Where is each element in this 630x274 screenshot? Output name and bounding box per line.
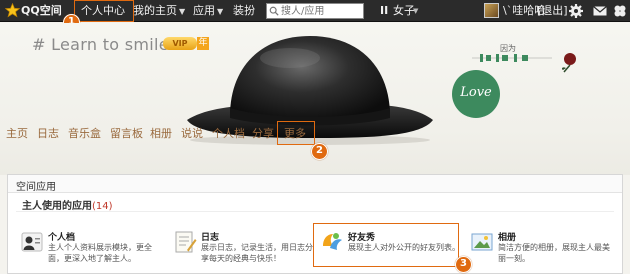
step-badge-3: 3 (455, 256, 472, 273)
rose-icon (562, 53, 576, 73)
nav-message-board[interactable]: 留言板 (110, 127, 143, 141)
chevron-down-icon: ▼ (217, 7, 224, 16)
highlight-more (277, 121, 315, 145)
love-badge: Love (452, 70, 500, 118)
decorate-link[interactable]: 装扮 (233, 0, 255, 22)
my-home-label: 我的主页 (133, 4, 177, 17)
gear-icon[interactable] (568, 3, 584, 19)
clover-icon[interactable] (612, 3, 628, 19)
panel-header: 空间应用 (8, 175, 622, 193)
step-badge-2: 2 (311, 143, 328, 160)
decorative-text-line (472, 54, 552, 62)
blog-title: # Learn to smile (32, 35, 169, 54)
photo-icon (471, 233, 493, 251)
avatar[interactable] (484, 3, 499, 18)
nav-home[interactable]: 主页 (6, 127, 28, 141)
qzone-star-icon[interactable] (5, 3, 20, 18)
profile-icon (21, 232, 43, 252)
logout-link[interactable]: [退出] (537, 0, 568, 22)
nav-music-box[interactable]: 音乐盒 (68, 127, 101, 141)
blog-icon (175, 231, 197, 253)
nav-blog[interactable]: 日志 (37, 127, 59, 141)
music-dropdown-icon[interactable]: ▼ (413, 0, 418, 22)
brand-link[interactable]: QQ空间 (21, 0, 62, 22)
search-box[interactable] (266, 3, 364, 19)
nav-profile[interactable]: 个人档 (212, 127, 245, 141)
search-input[interactable] (281, 4, 361, 18)
chevron-down-icon: ▼ (179, 7, 186, 16)
app-desc: 主人个人资料展示模块，更全面，更深入地了解主人。 (48, 243, 152, 263)
panel-title: 空间应用 (16, 182, 56, 193)
search-icon[interactable] (269, 6, 279, 16)
divider (16, 211, 614, 212)
owner-apps-heading: 主人使用的应用(14) (22, 197, 113, 212)
nav-share[interactable]: 分享 (252, 127, 274, 141)
music-title: 女子 (393, 4, 415, 17)
app-card-profile[interactable]: 个人档 主人个人资料展示模块，更全面，更深入地了解主人。 (20, 230, 160, 270)
nav-shuoshuo[interactable]: 说说 (181, 127, 203, 141)
nav-photos[interactable]: 相册 (150, 127, 172, 141)
my-home-menu[interactable]: 我的主页 ▼ (133, 0, 185, 22)
apps-menu[interactable]: 应用 ▼ (193, 0, 223, 22)
app-card-blog[interactable]: 日志 展示日志，记录生活，用日志分享每天的经典与快乐！ (173, 230, 313, 270)
highlight-friends-app (313, 223, 459, 267)
apps-label: 应用 (193, 4, 215, 17)
highlight-personal-center (74, 0, 134, 22)
app-card-photos[interactable]: 相册 简洁方便的相册，展现主人最美丽一刻。 (470, 230, 610, 270)
app-desc: 简洁方便的相册，展现主人最美丽一刻。 (498, 243, 610, 263)
mail-icon[interactable] (592, 3, 608, 19)
app-desc: 展示日志，记录生活，用日志分享每天的经典与快乐！ (201, 243, 313, 263)
music-pause-button[interactable]: II (380, 0, 388, 22)
